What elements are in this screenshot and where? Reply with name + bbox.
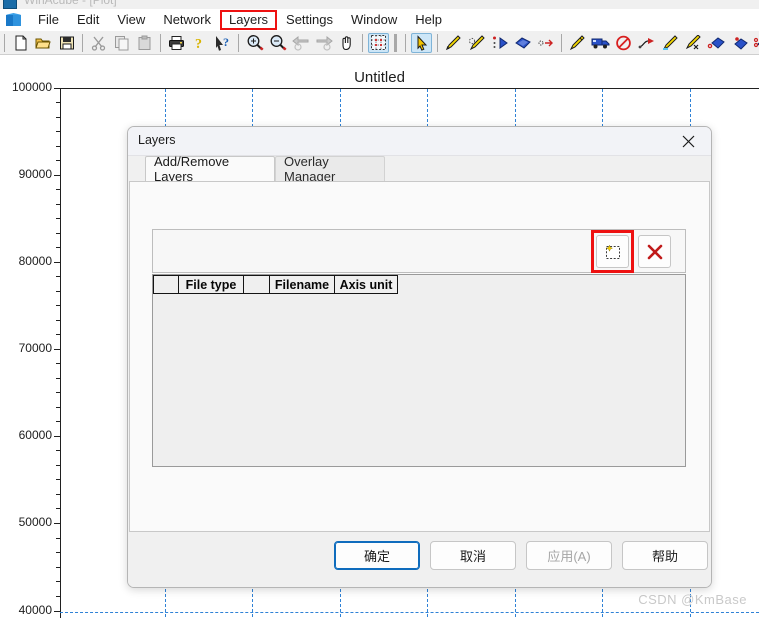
dialog-tabstrip: Add/Remove Layers Overlay Manager — [128, 154, 711, 184]
delete-layer-icon[interactable] — [638, 235, 671, 268]
y-tick-label: 90000 — [18, 167, 52, 181]
copy-icon[interactable] — [111, 33, 132, 53]
plot-title: Untitled — [354, 69, 405, 86]
network-blue-icon[interactable] — [512, 33, 533, 53]
hand-pan-icon[interactable] — [336, 33, 357, 53]
cancel-button[interactable]: 取消 — [430, 541, 516, 570]
pan-back-icon[interactable] — [290, 33, 311, 53]
tab-add-remove-layers[interactable]: Add/Remove Layers — [145, 154, 275, 184]
dialog-titlebar: Layers — [128, 127, 711, 156]
new-file-icon[interactable] — [10, 33, 31, 53]
menu-item-view[interactable]: View — [108, 10, 154, 30]
point-network-icon[interactable] — [489, 33, 510, 53]
dialog-footer: 确定 取消 应用(A) 帮助 — [128, 532, 711, 587]
menu-bar: File Edit View Network Layers Settings W… — [0, 9, 759, 31]
cut-line-icon[interactable] — [682, 33, 703, 53]
menu-item-window[interactable]: Window — [342, 10, 406, 30]
apply-button[interactable]: 应用(A) — [526, 541, 612, 570]
ok-button[interactable]: 确定 — [334, 541, 420, 570]
measure-icon[interactable] — [751, 33, 759, 53]
window-app-icon — [3, 0, 17, 9]
application-window: WinAcube - [Plot] File Edit View Network… — [0, 0, 759, 618]
curve-point-icon[interactable] — [636, 33, 657, 53]
layer-toolbar — [152, 229, 686, 273]
add-layer-icon[interactable] — [596, 235, 629, 268]
grid-view-icon[interactable] — [368, 32, 389, 53]
node-red-icon[interactable] — [728, 33, 749, 53]
cut-scissors-icon[interactable] — [88, 33, 109, 53]
help-button[interactable]: 帮助 — [622, 541, 708, 570]
truck-icon[interactable] — [590, 33, 611, 53]
layers-table-body[interactable] — [153, 294, 685, 466]
horizontal-gridline — [60, 612, 759, 613]
y-tick-label: 40000 — [18, 603, 52, 617]
y-tick-label: 80000 — [18, 254, 52, 268]
window-title: WinAcube - [Plot] — [24, 0, 117, 7]
open-folder-icon[interactable] — [33, 33, 54, 53]
table-col-blank-1[interactable] — [153, 275, 179, 294]
select-arrow-icon[interactable] — [411, 32, 432, 53]
table-col-file-type[interactable]: File type — [178, 275, 244, 294]
menu-item-settings[interactable]: Settings — [277, 10, 342, 30]
y-tick-label: 100000 — [11, 80, 52, 94]
tab-overlay-manager[interactable]: Overlay Manager — [275, 154, 385, 184]
svg-text:?: ? — [223, 35, 229, 49]
close-icon[interactable] — [669, 127, 707, 155]
zoom-out-icon[interactable] — [267, 33, 288, 53]
highlighter-icon[interactable] — [659, 33, 680, 53]
menu-item-layers[interactable]: Layers — [219, 10, 278, 30]
print-icon[interactable] — [166, 33, 187, 53]
table-col-axis-unit[interactable]: Axis unit — [334, 275, 398, 294]
y-tick-label: 70000 — [18, 341, 52, 355]
app-logo-icon — [6, 12, 23, 28]
svg-text:?: ? — [195, 37, 202, 51]
add-remove-layers-panel: File type Filename Axis unit — [129, 181, 710, 532]
watermark: CSDN @KmBase — [638, 592, 747, 607]
marker-node-icon[interactable] — [705, 33, 726, 53]
menu-item-network[interactable]: Network — [154, 10, 220, 30]
about-help-icon[interactable]: ? — [189, 33, 210, 53]
zoom-in-icon[interactable] — [244, 33, 265, 53]
menu-item-file[interactable]: File — [29, 10, 68, 30]
draw-pencil-icon[interactable] — [567, 33, 588, 53]
context-help-arrow-icon[interactable]: ? — [212, 33, 233, 53]
save-disk-icon[interactable] — [56, 33, 77, 53]
paste-icon[interactable] — [134, 33, 155, 53]
no-entry-icon[interactable] — [613, 33, 634, 53]
node-move-icon[interactable] — [535, 33, 556, 53]
menu-item-edit[interactable]: Edit — [68, 10, 108, 30]
pencil-edit-icon[interactable] — [443, 33, 464, 53]
y-tick-label: 60000 — [18, 428, 52, 442]
y-tick-label: 50000 — [18, 515, 52, 529]
layers-dialog: Layers Add/Remove Layers Overlay Manager — [127, 126, 712, 588]
pan-forward-icon[interactable] — [313, 33, 334, 53]
table-col-blank-2[interactable] — [243, 275, 270, 294]
table-col-filename[interactable]: Filename — [269, 275, 335, 294]
add-layer-highlight — [591, 230, 634, 273]
menu-item-help[interactable]: Help — [406, 10, 451, 30]
dialog-title: Layers — [138, 133, 176, 147]
layers-table-header: File type Filename Axis unit — [153, 275, 398, 294]
main-toolbar: ? ? — [0, 31, 759, 55]
pencil-erase-icon[interactable] — [466, 33, 487, 53]
layers-table[interactable]: File type Filename Axis unit — [152, 274, 686, 467]
window-titlebar: WinAcube - [Plot] — [0, 0, 759, 9]
